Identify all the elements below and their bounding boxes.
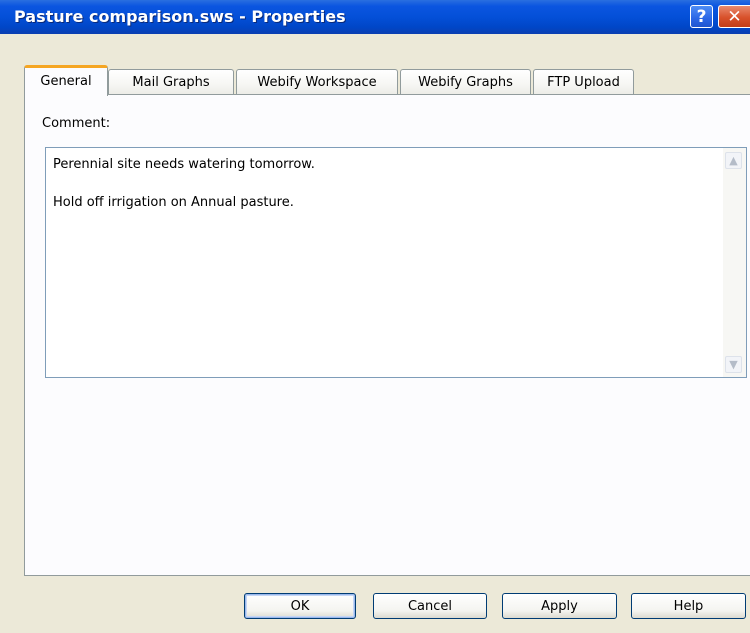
tab-webify-workspace[interactable]: Webify Workspace [236, 69, 398, 95]
comment-textarea[interactable]: Perennial site needs watering tomorrow. … [45, 147, 747, 378]
tab-webify-graphs[interactable]: Webify Graphs [400, 69, 531, 95]
help-icon[interactable]: ? [690, 5, 713, 28]
tab-mail-graphs[interactable]: Mail Graphs [108, 69, 234, 95]
comment-text[interactable]: Perennial site needs watering tomorrow. … [53, 155, 693, 212]
scroll-down-arrow-icon[interactable]: ▼ [725, 356, 742, 373]
dialog-body: General Mail Graphs Webify Workspace Web… [0, 34, 750, 633]
general-tab-page: Comment: Perennial site needs watering t… [24, 94, 750, 576]
properties-dialog: Pasture comparison.sws - Properties ? ✕ … [0, 0, 750, 633]
window-title: Pasture comparison.sws - Properties [14, 7, 346, 26]
comment-label: Comment: [42, 116, 111, 131]
apply-button[interactable]: Apply [502, 593, 617, 619]
cancel-button[interactable]: Cancel [373, 593, 487, 619]
ok-button[interactable]: OK [244, 593, 356, 619]
help-button[interactable]: Help [631, 593, 746, 619]
tab-general[interactable]: General [24, 65, 108, 96]
comment-scrollbar[interactable]: ▲ ▼ [723, 148, 746, 377]
close-icon[interactable]: ✕ [718, 5, 750, 28]
scroll-up-arrow-icon[interactable]: ▲ [725, 152, 742, 169]
title-bar[interactable]: Pasture comparison.sws - Properties ? ✕ [0, 0, 750, 34]
tab-ftp-upload[interactable]: FTP Upload [533, 69, 634, 95]
